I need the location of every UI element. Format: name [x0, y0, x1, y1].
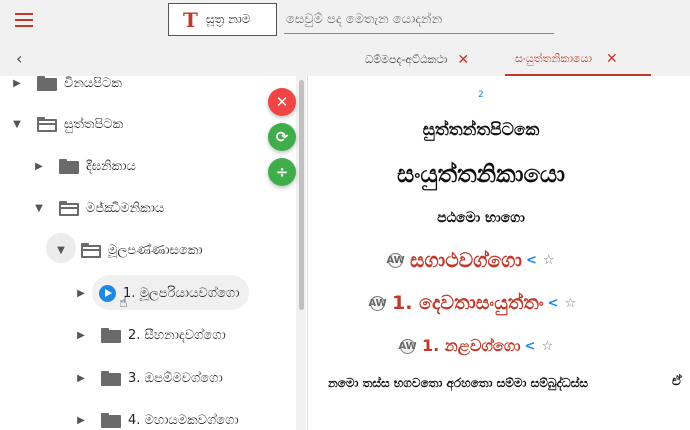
navigation-tree: ▶ විනයපිටක ▼ සුත්තපිටක ▶ දීඝනිකාය ▼ මජ්ඣ…: [0, 76, 308, 430]
chevron-down-icon[interactable]: ▼: [12, 119, 22, 130]
sub-vagga-heading: AW 1. නළවග්ගො < ☆: [398, 336, 553, 356]
t-letter-icon: T: [183, 7, 198, 32]
split-view-button[interactable]: ÷: [268, 158, 296, 186]
chevron-right-icon[interactable]: ▶: [76, 288, 86, 299]
tree-node-mulapariyaya[interactable]: ▶ 1. මූලපරියායවග්ගො: [76, 279, 240, 307]
close-icon: ✕: [275, 93, 289, 111]
folder-icon: [37, 76, 57, 91]
folder-open-icon: [59, 200, 79, 216]
tree-node-sihanada[interactable]: ▶ 2. සීහනාදවග්ගො: [76, 321, 226, 349]
folder-open-icon: [81, 242, 101, 258]
tree-node-majjhima[interactable]: ▼ මජ්ඣිමනිකාය: [34, 194, 164, 222]
tree-node-opamma[interactable]: ▶ 3. ඔපම්මවග්ගො: [76, 364, 223, 392]
sutta-name-button[interactable]: T සූත්‍ර නාම: [168, 3, 277, 36]
divide-icon: ÷: [275, 163, 289, 181]
sub-vagga-title: 1. නළවග්ගො: [422, 336, 521, 355]
tree-node-label: විනයපිටක: [64, 76, 122, 91]
close-icon[interactable]: ✕: [457, 52, 469, 68]
samyutta-heading: AW 1. දෙවතාසංයුත්තං < ☆: [368, 292, 577, 314]
tree-node-label: දීඝනිකාය: [86, 158, 136, 174]
tree-node-label: 3. ඔපම්මවග්ගො: [128, 370, 223, 386]
chevron-right-icon[interactable]: ▶: [76, 330, 86, 341]
folder-icon: [101, 327, 121, 343]
search-input[interactable]: [284, 6, 554, 34]
scrollbar-thumb[interactable]: [299, 80, 304, 310]
folder-icon: [101, 370, 121, 386]
share-icon[interactable]: <: [526, 253, 537, 268]
tab-dhammapada[interactable]: ධම්මපද-අට්ඨකථා ✕: [365, 44, 469, 76]
audio-icon[interactable]: AW: [386, 252, 405, 268]
star-icon[interactable]: ☆: [565, 296, 577, 311]
audio-icon[interactable]: AW: [398, 338, 417, 354]
audio-icon[interactable]: AW: [368, 295, 387, 311]
homage-text: නමො තස්ස භගවතො අරහතො සම්මා සම්බුද්ධස්ස: [328, 376, 588, 390]
chevron-down-icon[interactable]: ▼: [56, 245, 66, 256]
chevron-right-icon[interactable]: ▶: [76, 373, 86, 384]
tab-label: සංයුත්තනිකායො: [515, 52, 592, 65]
vagga-title: සගාථවග්ගො: [410, 248, 522, 272]
vagga-heading: AW සගාථවග්ගො < ☆: [386, 248, 555, 272]
folder-open-icon: [37, 116, 57, 132]
chevron-right-icon[interactable]: ▶: [12, 78, 22, 89]
star-icon[interactable]: ☆: [543, 253, 555, 268]
tab-samyutta[interactable]: සංයුත්තනිකායො ✕: [505, 44, 651, 76]
sync-button[interactable]: ⟳: [268, 123, 296, 151]
play-icon[interactable]: [99, 284, 116, 302]
back-arrow-icon[interactable]: ‹: [16, 51, 30, 67]
pitaka-title: සුත්තන්තපිටකෙ: [422, 120, 540, 140]
chevron-right-icon[interactable]: ▶: [76, 415, 86, 426]
star-icon[interactable]: ☆: [541, 339, 553, 354]
top-bar: T සූත්‍ර නාම: [0, 0, 690, 44]
chevron-down-icon[interactable]: ▼: [34, 203, 44, 214]
tree-node-mulapannasa[interactable]: ▼ මූලපණ්ණාසකො: [56, 236, 203, 264]
samyutta-title: 1. දෙවතාසංයුත්තං: [392, 292, 544, 314]
tree-node-label: සුත්තපිටක: [64, 116, 124, 132]
folder-icon: [101, 412, 121, 428]
tab-label: ධම්මපද-අට්ඨකථා: [365, 53, 448, 66]
chevron-right-icon[interactable]: ▶: [34, 161, 44, 172]
folder-icon: [59, 158, 79, 174]
mouse-pointer-icon: ☝: [119, 295, 128, 311]
tree-node-mahayamaka[interactable]: ▶ 4. මහායමකවග්ගො: [76, 406, 239, 430]
hamburger-menu-icon[interactable]: [15, 13, 33, 27]
close-pane-button[interactable]: ✕: [268, 88, 296, 116]
tab-bar: ‹ ධම්මපද-අට්ඨකථා ✕ සංයුත්තනිකායො ✕: [0, 44, 690, 76]
text-content-pane: 2 සුත්තන්තපිටකෙ සංයුත්තනිකායො පඨමො භාගො …: [308, 76, 690, 430]
close-icon[interactable]: ✕: [606, 51, 618, 67]
share-icon[interactable]: <: [548, 296, 559, 311]
bhaga-title: පඨමො භාගො: [437, 210, 525, 226]
nikaya-title: සංයුත්තනිකායො: [397, 160, 565, 188]
tree-node-digha[interactable]: ▶ දීඝනිකාය: [34, 152, 136, 180]
sutta-name-label: සූත්‍ර නාම: [205, 12, 251, 26]
tree-node-label: මජ්ඣිමනිකාය: [86, 200, 165, 216]
tree-node-label: මූලපණ්ණාසකො: [108, 242, 203, 258]
tree-node-vinaya[interactable]: ▶ විනයපිටක: [12, 76, 122, 97]
refresh-icon: ⟳: [275, 128, 289, 146]
homage-text-continued: ඒ: [672, 374, 682, 389]
page-number: 2: [478, 90, 484, 100]
tree-node-sutta[interactable]: ▼ සුත්තපිටක: [12, 110, 123, 138]
tree-node-label: 2. සීහනාදවග්ගො: [128, 327, 226, 343]
tree-node-label: 4. මහායමකවග්ගො: [128, 412, 239, 428]
tree-node-label: 1. මූලපරියායවග්ගො: [123, 285, 240, 301]
share-icon[interactable]: <: [525, 339, 536, 354]
